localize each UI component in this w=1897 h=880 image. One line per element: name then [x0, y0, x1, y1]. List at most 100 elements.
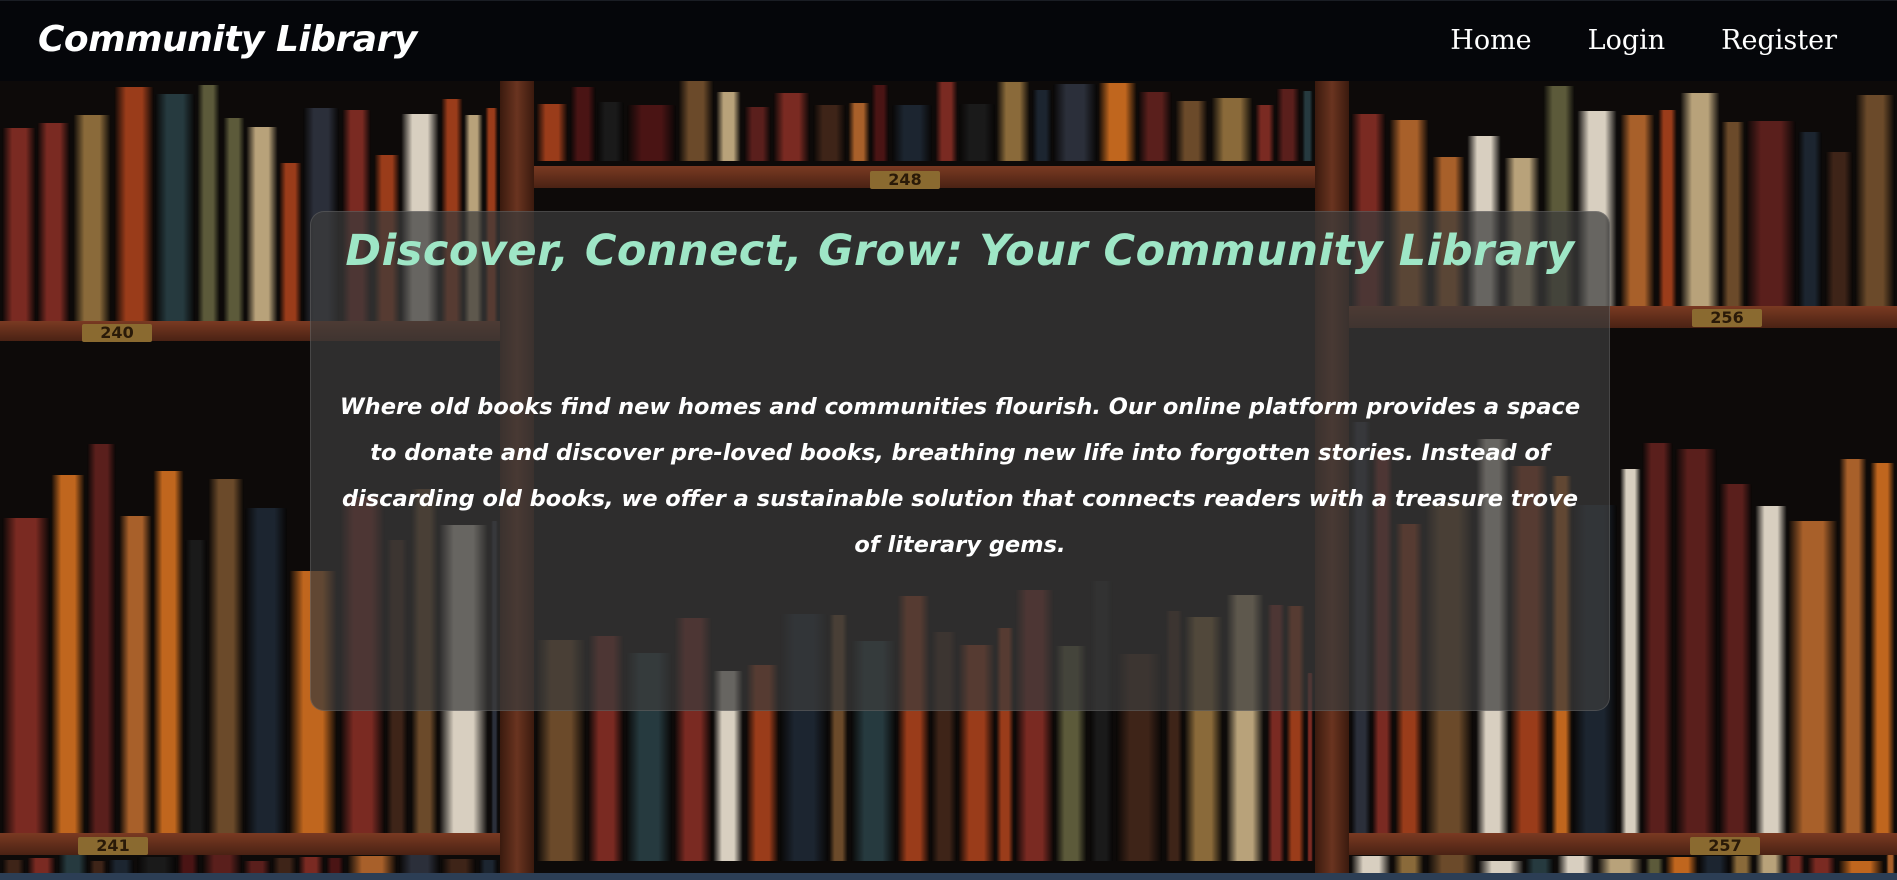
book-row — [1349, 855, 1897, 873]
book-spine — [1788, 521, 1838, 833]
book-spine — [208, 479, 244, 833]
book-spine — [1699, 856, 1729, 873]
book-spine — [1721, 122, 1745, 306]
book-spine — [627, 105, 676, 161]
book-spine — [326, 858, 344, 873]
book-row — [534, 81, 1315, 161]
book-spine — [87, 444, 116, 833]
book-spine — [1675, 449, 1717, 833]
book-spine — [89, 861, 107, 873]
book-spine — [153, 471, 184, 833]
book-spine — [1597, 859, 1643, 873]
book-spine — [1053, 84, 1097, 161]
book-spine — [716, 92, 741, 161]
book-spine — [773, 93, 810, 161]
book-spine — [2, 860, 25, 873]
book-spine — [1393, 856, 1424, 873]
book-spine — [479, 860, 498, 873]
nav-link-register[interactable]: Register — [1721, 25, 1837, 56]
shelf-plank — [0, 833, 500, 855]
book-spine — [871, 85, 889, 161]
book-spine — [58, 855, 88, 873]
nav-link-login[interactable]: Login — [1588, 25, 1666, 56]
book-spine — [155, 94, 195, 321]
book-spine — [1276, 89, 1300, 161]
book-spine — [1525, 859, 1554, 873]
book-spine — [1665, 857, 1698, 873]
book-spine — [678, 81, 714, 161]
book-spine — [1211, 98, 1253, 161]
book-spine — [1825, 152, 1853, 306]
book-spine — [1351, 856, 1391, 873]
shelf-tag: 241 — [78, 837, 148, 855]
shelf-tag: 248 — [870, 171, 940, 189]
site-brand[interactable]: Community Library — [38, 19, 417, 60]
book-spine — [246, 127, 278, 321]
book-spine — [1645, 859, 1664, 873]
book-spine — [1620, 115, 1655, 306]
book-spine — [1098, 83, 1137, 161]
book-spine — [137, 857, 176, 873]
book-spine — [27, 858, 56, 873]
book-spine — [1658, 110, 1677, 306]
book-spine — [1746, 121, 1796, 306]
book-spine — [245, 508, 287, 833]
book-spine — [744, 107, 771, 161]
shelf-tag: 256 — [1692, 309, 1762, 327]
book-spine — [1620, 469, 1641, 833]
book-spine — [1427, 855, 1477, 873]
book-spine — [1255, 105, 1275, 161]
book-spine — [177, 855, 199, 873]
shelf-plank — [1349, 833, 1897, 855]
book-spine — [1175, 101, 1208, 161]
book-spine — [1478, 861, 1524, 873]
book-spine — [119, 516, 152, 833]
book-spine — [108, 860, 134, 873]
top-navbar: Community Library Home Login Register — [0, 0, 1897, 81]
shelf-tag: 240 — [82, 324, 152, 342]
book-spine — [243, 861, 271, 873]
book-spine — [1138, 92, 1172, 161]
book-spine — [272, 858, 297, 873]
book-spine — [1730, 856, 1753, 873]
book-spine — [597, 102, 624, 161]
book-spine — [202, 855, 242, 873]
book-spine — [73, 115, 111, 321]
hero-title: Discover, Connect, Grow: Your Community … — [345, 226, 1575, 276]
book-spine — [114, 87, 154, 321]
book-spine — [37, 123, 70, 321]
book-spine — [399, 855, 440, 873]
book-spine — [279, 163, 302, 321]
nav-link-home[interactable]: Home — [1450, 25, 1531, 56]
book-spine — [1886, 855, 1895, 873]
book-spine — [298, 857, 324, 873]
book-spine — [51, 475, 85, 833]
book-spine — [223, 118, 245, 321]
book-spine — [1032, 90, 1052, 161]
shelf-tag: 257 — [1690, 837, 1760, 855]
book-spine — [959, 104, 995, 161]
book-spine — [996, 82, 1030, 161]
hero-intro-card: Discover, Connect, Grow: Your Community … — [310, 211, 1610, 711]
book-spine — [1719, 484, 1752, 833]
book-spine — [813, 105, 846, 161]
book-spine — [1807, 858, 1836, 873]
book-spine — [1642, 443, 1673, 833]
book-spine — [1755, 855, 1784, 873]
book-spine — [1302, 91, 1313, 161]
book-spine — [570, 87, 596, 161]
book-spine — [892, 105, 932, 161]
book-spine — [197, 85, 220, 321]
book-spine — [2, 128, 36, 321]
book-spine — [347, 856, 397, 873]
book-spine — [1870, 463, 1895, 833]
book-spine — [1798, 132, 1822, 306]
book-spine — [185, 540, 207, 833]
nav-links: Home Login Register — [1394, 25, 1837, 56]
book-spine — [1785, 856, 1805, 873]
book-spine — [1557, 856, 1594, 873]
book-spine — [935, 82, 958, 161]
book-spine — [1838, 861, 1884, 873]
hero-description: Where old books find new homes and commu… — [339, 394, 1581, 558]
book-spine — [1680, 93, 1720, 306]
